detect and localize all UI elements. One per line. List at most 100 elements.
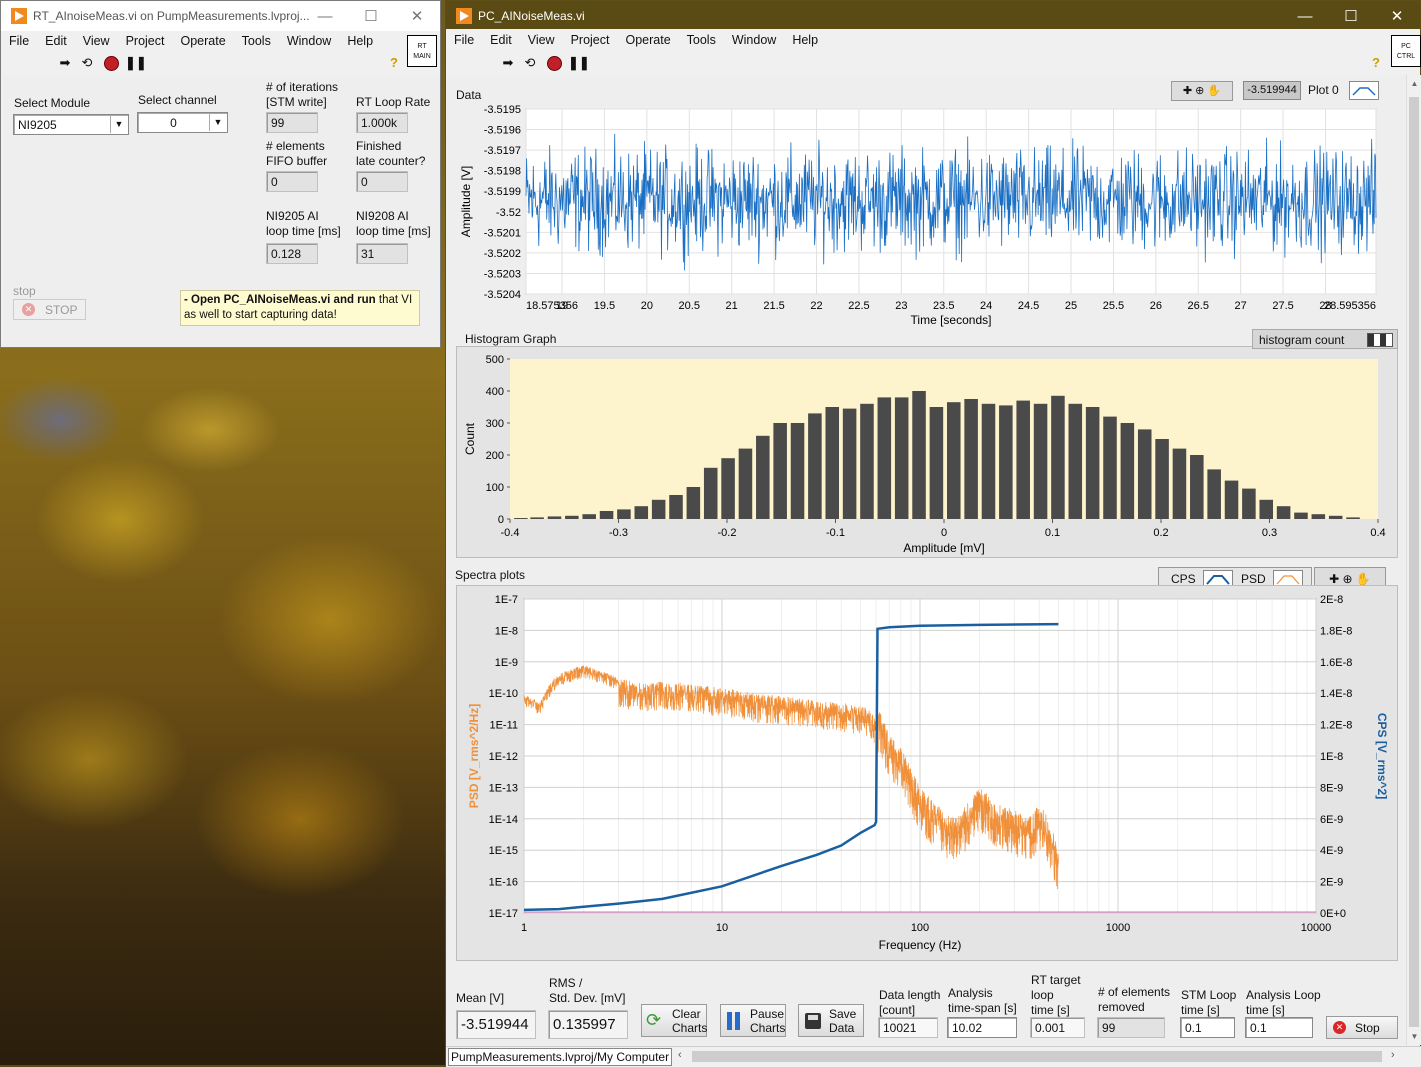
run-continuously-icon[interactable]: ⟲ [522, 55, 538, 71]
scroll-right-arrow[interactable]: › [1391, 1049, 1395, 1061]
histogram-bar [1311, 514, 1326, 519]
note-bold-text: - Open PC_AINoiseMeas.vi and run [184, 294, 376, 306]
histogram-bar [514, 518, 528, 519]
x-tick-label: 26.5 [1188, 300, 1209, 312]
abort-icon[interactable] [103, 55, 119, 71]
rt-window[interactable]: RT_AInoiseMeas.vi on PumpMeasurements.lv… [0, 0, 441, 348]
menu-file[interactable]: File [1, 34, 37, 48]
plot-legend-swatch[interactable] [1349, 81, 1379, 100]
pc-window[interactable]: PC_AINoiseMeas.vi — ☐ ✕ File Edit View P… [445, 0, 1421, 1067]
menu-operate[interactable]: Operate [617, 33, 678, 47]
select-module-dropdown[interactable]: NI9205 ▼ [13, 114, 129, 135]
save-data-label: Save Data [829, 1007, 857, 1035]
scrollbar-thumb[interactable] [1409, 97, 1419, 1027]
x-tick-label: -0.4 [501, 527, 520, 539]
rt-stop-button[interactable]: ✕ STOP [13, 299, 86, 320]
select-channel-dropdown[interactable]: 0 ▼ [137, 112, 228, 133]
crosshair-icon[interactable]: ✚ [1329, 572, 1339, 586]
run-continuously-icon[interactable]: ⟲ [79, 55, 95, 71]
menu-help[interactable]: Help [339, 34, 381, 48]
menu-project[interactable]: Project [118, 34, 173, 48]
instructions-note: - Open PC_AINoiseMeas.vi and run that VI… [180, 290, 420, 326]
elements-removed-indicator: 99 [1097, 1017, 1165, 1038]
late-counter-label: Finished late counter? [356, 139, 426, 168]
x-tick-label: 18.575356 [526, 300, 578, 312]
crosshair-icon[interactable]: ✚ [1183, 85, 1192, 97]
x-tick-label: 100 [911, 922, 929, 934]
scroll-left-arrow[interactable]: ‹ [678, 1049, 682, 1061]
pc-stop-button[interactable]: ✕ Stop [1326, 1016, 1398, 1039]
clear-charts-button[interactable]: ⟳ Clear Charts [641, 1004, 707, 1037]
minimize-button[interactable]: — [302, 1, 348, 31]
analysis-loop-input[interactable]: 0.1 [1245, 1017, 1313, 1038]
histogram-bar [1328, 515, 1343, 519]
histogram-bar [790, 423, 805, 519]
pause-icon[interactable]: ❚❚ [125, 55, 147, 71]
menu-edit[interactable]: Edit [482, 33, 520, 47]
menu-operate[interactable]: Operate [172, 34, 233, 48]
x-tick-label: 1 [521, 922, 527, 934]
close-button[interactable]: ✕ [1374, 1, 1420, 31]
close-button[interactable]: ✕ [394, 1, 440, 31]
y-tick-label: 300 [486, 418, 504, 430]
y-axis-label: Count [463, 422, 477, 455]
chevron-down-icon[interactable]: ▼ [209, 114, 226, 131]
right-tick-label: 8E-9 [1320, 782, 1343, 794]
histogram-legend[interactable]: histogram count [1252, 329, 1398, 349]
menu-view[interactable]: View [520, 33, 563, 47]
histogram-bar [1207, 469, 1221, 519]
minimize-button[interactable]: — [1282, 1, 1328, 31]
histogram-bar [1190, 455, 1204, 519]
menu-help[interactable]: Help [784, 33, 826, 47]
zoom-icon[interactable]: ⊕ [1343, 572, 1353, 586]
menu-tools[interactable]: Tools [679, 33, 724, 47]
zoom-icon[interactable]: ⊕ [1195, 85, 1204, 97]
rms-indicator: 0.135997 [548, 1010, 628, 1039]
project-path[interactable]: PumpMeasurements.lvproj/My Computer [448, 1048, 673, 1066]
menu-window[interactable]: Window [724, 33, 784, 47]
menu-window[interactable]: Window [279, 34, 339, 48]
histogram-graph[interactable]: 5004003002001000-0.4 -0.3 -0.2 -0.1 0 0.1 0.2 0… [456, 349, 1398, 557]
data-graph[interactable]: -3.5195 -3.5196 -3.5197 -3.5198 -3.5199 -3.52… [456, 101, 1401, 336]
status-bar: PumpMeasurements.lvproj/My Computer ‹ › [446, 1046, 1421, 1067]
maximize-button[interactable]: ☐ [348, 1, 394, 31]
run-arrow-icon[interactable]: ➡ [500, 55, 516, 71]
vi-icon: RT MAIN [407, 35, 437, 67]
stm-loop-input[interactable]: 0.1 [1180, 1017, 1235, 1038]
pan-hand-icon[interactable]: ✋ [1207, 85, 1221, 97]
vertical-scrollbar[interactable]: ▲ ▼ [1406, 75, 1421, 1045]
menu-project[interactable]: Project [563, 33, 618, 47]
help-icon[interactable]: ? [386, 55, 402, 71]
maximize-button[interactable]: ☐ [1328, 1, 1374, 31]
stop-caption: stop [13, 284, 36, 298]
pan-hand-icon[interactable]: ✋ [1356, 572, 1371, 586]
menu-view[interactable]: View [75, 34, 118, 48]
menu-file[interactable]: File [446, 33, 482, 47]
bar-pattern-icon [1367, 333, 1393, 347]
save-data-button[interactable]: Save Data [798, 1004, 864, 1037]
spectra-graph[interactable]: 1 10 100 1000 10000 1E-7 1E-8 1E-9 1E-10 1E-11 1E-… [456, 587, 1398, 959]
run-arrow-icon[interactable]: ➡ [57, 55, 73, 71]
rt-titlebar[interactable]: RT_AInoiseMeas.vi on PumpMeasurements.lv… [1, 1, 440, 31]
chevron-down-icon[interactable]: ▼ [110, 116, 127, 133]
right-tick-label: 4E-9 [1320, 845, 1343, 857]
histogram-bar [1242, 488, 1256, 519]
ni9208-loop-indicator: 31 [356, 243, 408, 264]
menu-tools[interactable]: Tools [234, 34, 279, 48]
graph-palette[interactable]: ✚ ⊕ ✋ [1171, 81, 1233, 101]
histogram-bar [894, 397, 909, 519]
y-tick-label: 500 [486, 354, 504, 366]
right-tick-label: 6E-9 [1320, 814, 1343, 826]
horizontal-scrollbar[interactable] [692, 1051, 1382, 1062]
rms-label: RMS / Std. Dev. [mV] [549, 976, 626, 1005]
pc-titlebar[interactable]: PC_AINoiseMeas.vi — ☐ ✕ [446, 1, 1420, 31]
analysis-span-input[interactable]: 10.02 [947, 1017, 1017, 1038]
menu-edit[interactable]: Edit [37, 34, 75, 48]
data-length-indicator: 10021 [878, 1017, 938, 1038]
pause-icon[interactable]: ❚❚ [568, 55, 590, 71]
abort-icon[interactable] [546, 55, 562, 71]
pause-charts-button[interactable]: Pause Charts [720, 1004, 786, 1037]
labview-icon [456, 8, 472, 24]
help-icon[interactable]: ? [1368, 55, 1384, 71]
histogram-bar [1155, 439, 1169, 519]
